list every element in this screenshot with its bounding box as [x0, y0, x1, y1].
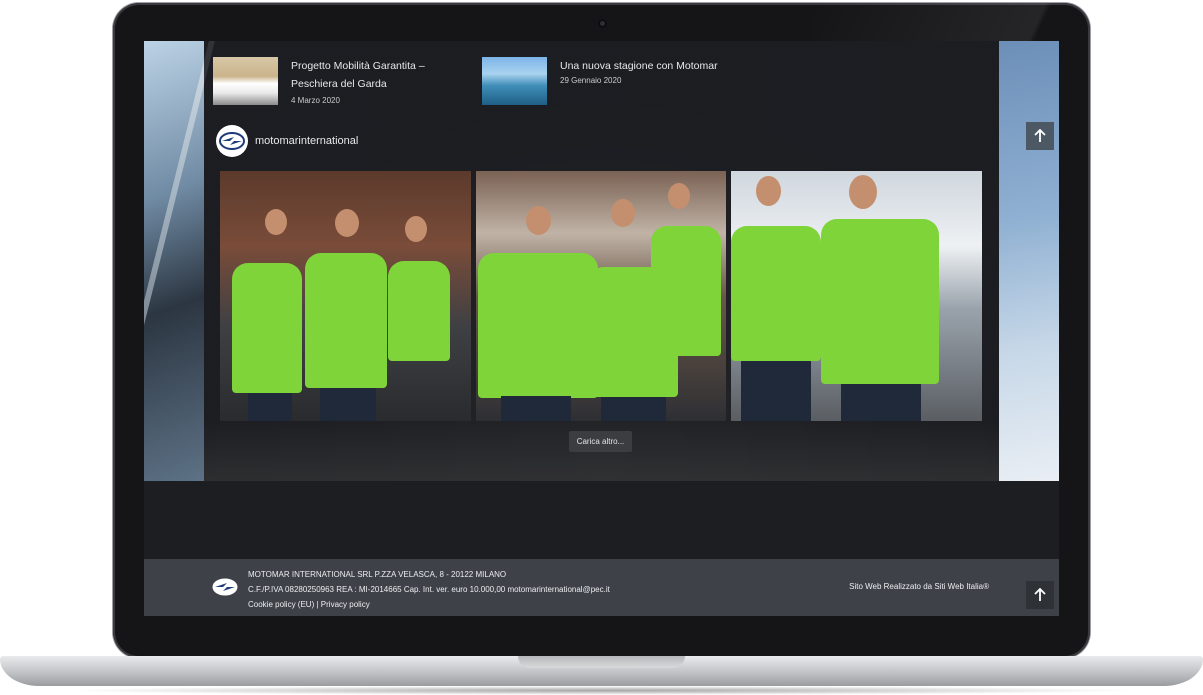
footer-logo — [212, 578, 238, 596]
site-footer: MOTOMAR INTERNATIONAL SRL P.ZZA VELASCA,… — [144, 559, 1059, 616]
arrow-up-icon — [1034, 588, 1046, 601]
background-photo-right — [999, 41, 1059, 481]
post-text: Progetto Mobilità Garantita – Peschiera … — [291, 57, 425, 105]
footer-address: MOTOMAR INTERNATIONAL SRL P.ZZA VELASCA,… — [248, 570, 507, 579]
post-thumbnail[interactable] — [482, 57, 547, 105]
instagram-photo[interactable] — [731, 171, 983, 421]
post-text: Una nuova stagione con Motomar 29 Gennai… — [560, 57, 718, 105]
background-photo-left — [144, 41, 204, 481]
instagram-photo[interactable] — [475, 171, 727, 421]
webcam — [598, 19, 607, 28]
instagram-username[interactable]: motomarinternational — [255, 135, 358, 147]
load-more-button[interactable]: Carica altro... — [569, 431, 632, 452]
laptop-base-notch — [518, 656, 685, 668]
instagram-feed — [220, 171, 983, 421]
post-date: 4 Marzo 2020 — [291, 96, 340, 105]
cookie-policy-link[interactable]: Cookie policy (EU) — [248, 600, 314, 609]
footer-legal-links: Cookie policy (EU) | Privacy policy — [248, 597, 610, 612]
privacy-policy-link[interactable]: Privacy policy — [321, 600, 370, 609]
instagram-header: motomarinternational — [216, 125, 358, 157]
instagram-photo[interactable] — [220, 171, 471, 421]
motomar-logo-icon — [212, 578, 238, 596]
post-date: 29 Gennaio 2020 — [560, 76, 622, 85]
post-item[interactable]: Una nuova stagione con Motomar 29 Gennai… — [482, 57, 718, 105]
post-thumbnail[interactable] — [213, 57, 278, 105]
post-item[interactable]: Progetto Mobilità Garantita – Peschiera … — [213, 57, 425, 105]
post-title-line2[interactable]: Peschiera del Garda — [291, 75, 425, 93]
back-to-top-button[interactable] — [1026, 122, 1054, 150]
laptop-shadow — [60, 686, 1143, 695]
footer-separator: | — [316, 600, 319, 609]
footer-credit-link[interactable]: Sito Web Realizzato da Siti Web Italia® — [849, 582, 989, 591]
footer-spacer — [144, 481, 1059, 559]
footer-back-to-top-button[interactable] — [1026, 581, 1054, 609]
motomar-logo-icon — [219, 132, 245, 150]
instagram-avatar[interactable] — [216, 125, 248, 157]
post-title[interactable]: Progetto Mobilità Garantita – — [291, 57, 425, 75]
post-title[interactable]: Una nuova stagione con Motomar — [560, 57, 718, 75]
browser-screen: Progetto Mobilità Garantita – Peschiera … — [144, 41, 1059, 616]
footer-company-info: MOTOMAR INTERNATIONAL SRL P.ZZA VELASCA,… — [248, 567, 610, 612]
footer-registration: C.F./P.IVA 08280250963 REA : MI-2014665 … — [248, 585, 610, 594]
arrow-up-icon — [1034, 129, 1046, 142]
